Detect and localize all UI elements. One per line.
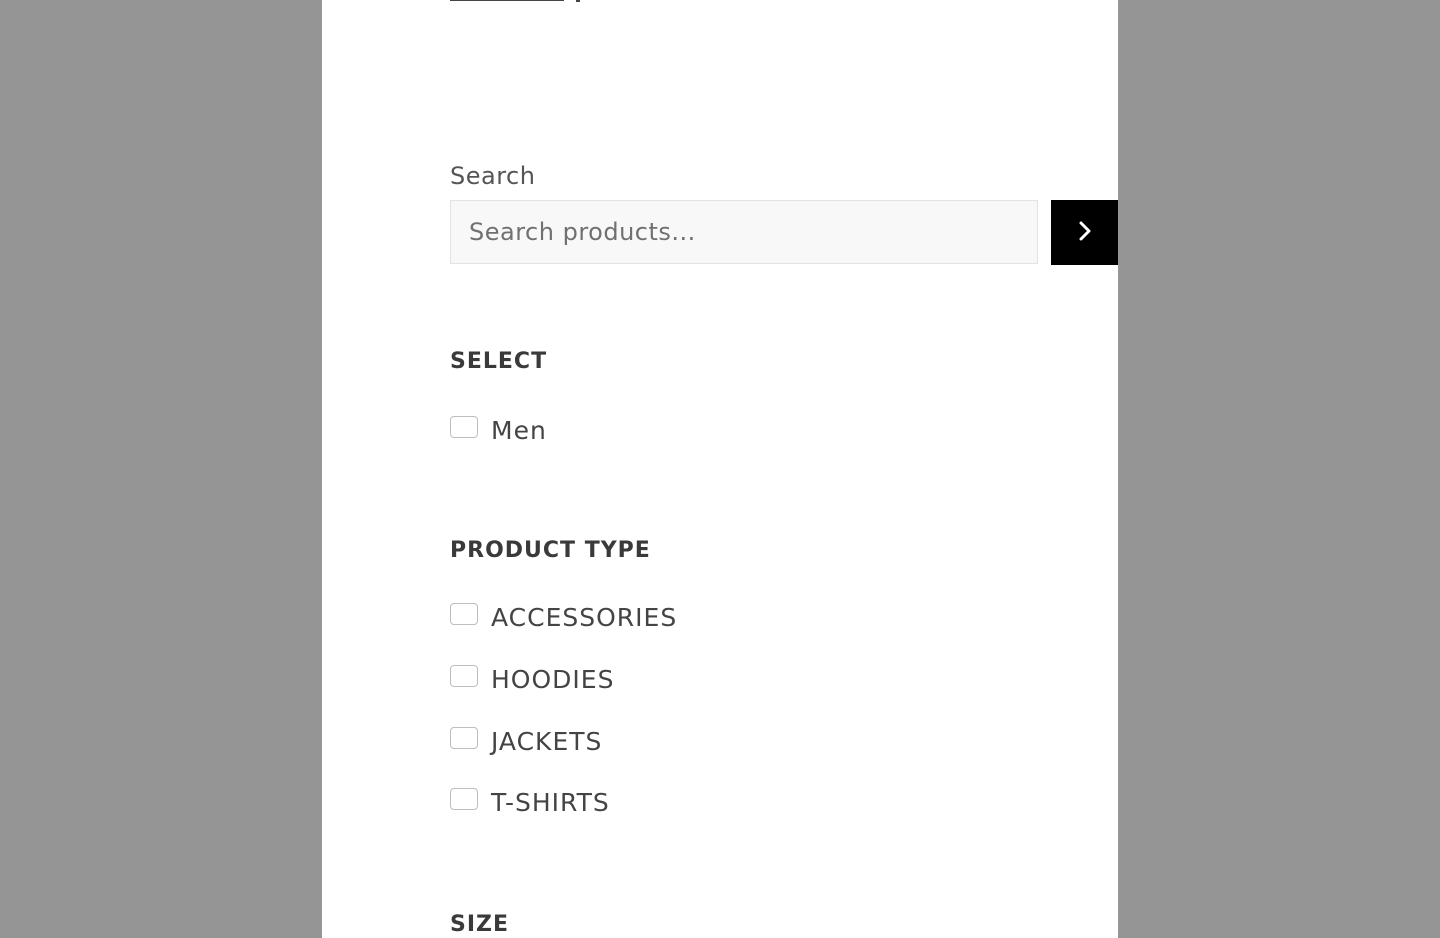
- filter-option-accessories[interactable]: ACCESSORIES: [450, 602, 678, 632]
- checkbox[interactable]: [450, 787, 478, 810]
- filter-option-men[interactable]: Men: [450, 415, 547, 445]
- top-link-mark: [576, 0, 580, 2]
- checkbox[interactable]: [450, 602, 478, 625]
- search-input[interactable]: [450, 200, 1038, 264]
- filter-option-label: ACCESSORIES: [491, 603, 678, 632]
- filter-option-hoodies[interactable]: HOODIES: [450, 664, 615, 694]
- filter-option-jackets[interactable]: JACKETS: [450, 726, 603, 756]
- top-link-underline: [450, 0, 564, 1]
- filter-option-t-shirts[interactable]: T-SHIRTS: [450, 787, 610, 817]
- checkbox[interactable]: [450, 726, 478, 749]
- search-submit-button[interactable]: [1051, 200, 1118, 265]
- filter-option-label: T-SHIRTS: [491, 788, 610, 817]
- chevron-right-icon: [1076, 220, 1094, 245]
- filter-heading-size: SIZE: [450, 912, 510, 937]
- search-label: Search: [450, 162, 536, 190]
- filter-option-label: HOODIES: [491, 665, 615, 694]
- checkbox[interactable]: [450, 415, 478, 438]
- filter-sidebar-panel: Search SELECT Men PRODUCT TYPE ACCESSORI…: [322, 0, 1118, 938]
- checkbox[interactable]: [450, 664, 478, 687]
- filter-heading-product-type: PRODUCT TYPE: [450, 538, 651, 563]
- filter-heading-select: SELECT: [450, 349, 548, 374]
- filter-option-label: JACKETS: [491, 727, 603, 756]
- filter-option-label: Men: [491, 416, 547, 445]
